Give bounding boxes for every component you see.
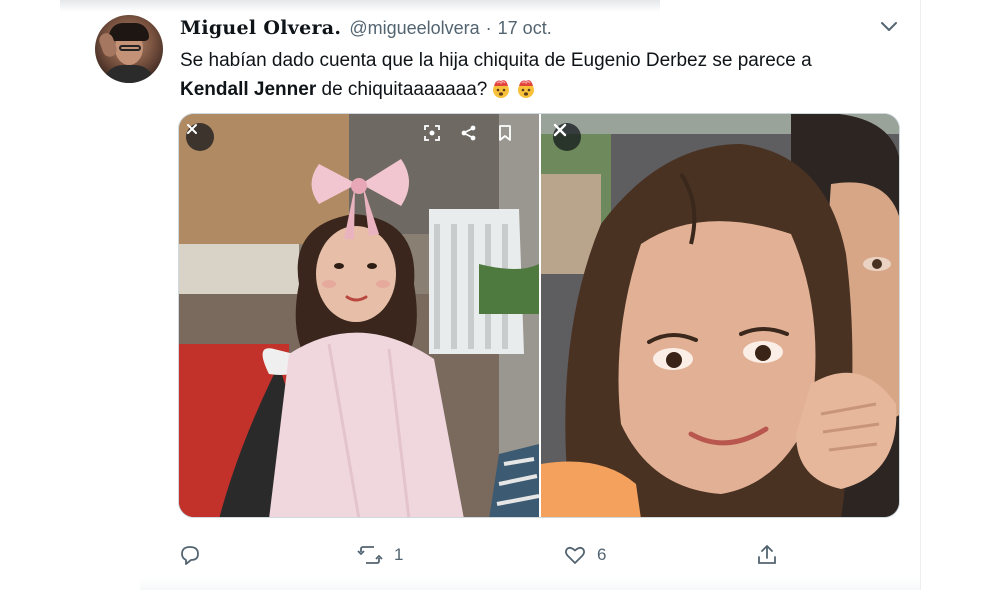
header-separator: · — [485, 17, 492, 38]
media-container — [178, 113, 900, 518]
close-photo-button[interactable] — [186, 123, 214, 151]
right-divider — [920, 0, 921, 590]
bookmark-button[interactable] — [497, 124, 525, 152]
photo-right[interactable] — [541, 114, 899, 517]
tweet-text: Se habían dado cuenta que la hija chiqui… — [180, 46, 900, 104]
like-count: 6 — [597, 545, 607, 564]
close-icon — [187, 124, 197, 134]
reply-button[interactable] — [178, 538, 212, 572]
author-name[interactable]: Miguel Olvera. — [180, 17, 341, 39]
photo-left[interactable] — [179, 114, 539, 517]
like-button[interactable]: 6 — [563, 538, 606, 572]
exploding-head-emoji — [493, 80, 510, 98]
tweet-text-line-2: Kendall Jenner de chiquitaaaaaaa? — [180, 75, 900, 104]
exploding-head-emoji — [518, 80, 535, 98]
tweet-text-rest: de chiquitaaaaaaa? — [316, 79, 488, 100]
close-photo-button[interactable] — [553, 123, 581, 151]
share-icon — [758, 545, 776, 564]
photo-right-image — [541, 114, 899, 517]
screenshot-icon — [424, 125, 440, 141]
bottom-fade — [140, 578, 920, 590]
share-icon — [461, 125, 476, 141]
close-icon — [553, 123, 567, 137]
author-handle[interactable]: @migueelolvera — [349, 18, 479, 39]
tweet-date[interactable]: 17 oct. — [498, 18, 552, 39]
avatar-hair — [109, 23, 149, 41]
retweet-count: 1 — [394, 545, 404, 564]
avatar-shirt — [103, 65, 155, 83]
share-photo-button[interactable] — [460, 124, 488, 152]
more-options-button[interactable] — [876, 16, 902, 38]
avatar[interactable] — [95, 15, 163, 83]
reply-icon — [181, 546, 199, 565]
like-icon — [564, 546, 586, 564]
photo-left-image — [179, 114, 539, 517]
avatar-glasses — [119, 45, 141, 51]
tweet-header: Miguel Olvera. @migueelolvera · 17 oct. — [180, 16, 552, 40]
retweet-button[interactable]: 1 — [356, 538, 403, 572]
share-button[interactable] — [755, 538, 789, 572]
screenshot-button[interactable] — [423, 124, 451, 152]
mention-bold: Kendall Jenner — [180, 79, 317, 100]
bookmark-icon — [499, 125, 511, 141]
retweet-icon — [357, 546, 383, 564]
tweet-actions: 1 6 — [178, 538, 798, 572]
tweet[interactable]: Miguel Olvera. @migueelolvera · 17 oct. … — [0, 0, 1000, 590]
tweet-text-line-1: Se habían dado cuenta que la hija chiqui… — [180, 50, 812, 71]
chevron-down-icon — [881, 22, 897, 31]
